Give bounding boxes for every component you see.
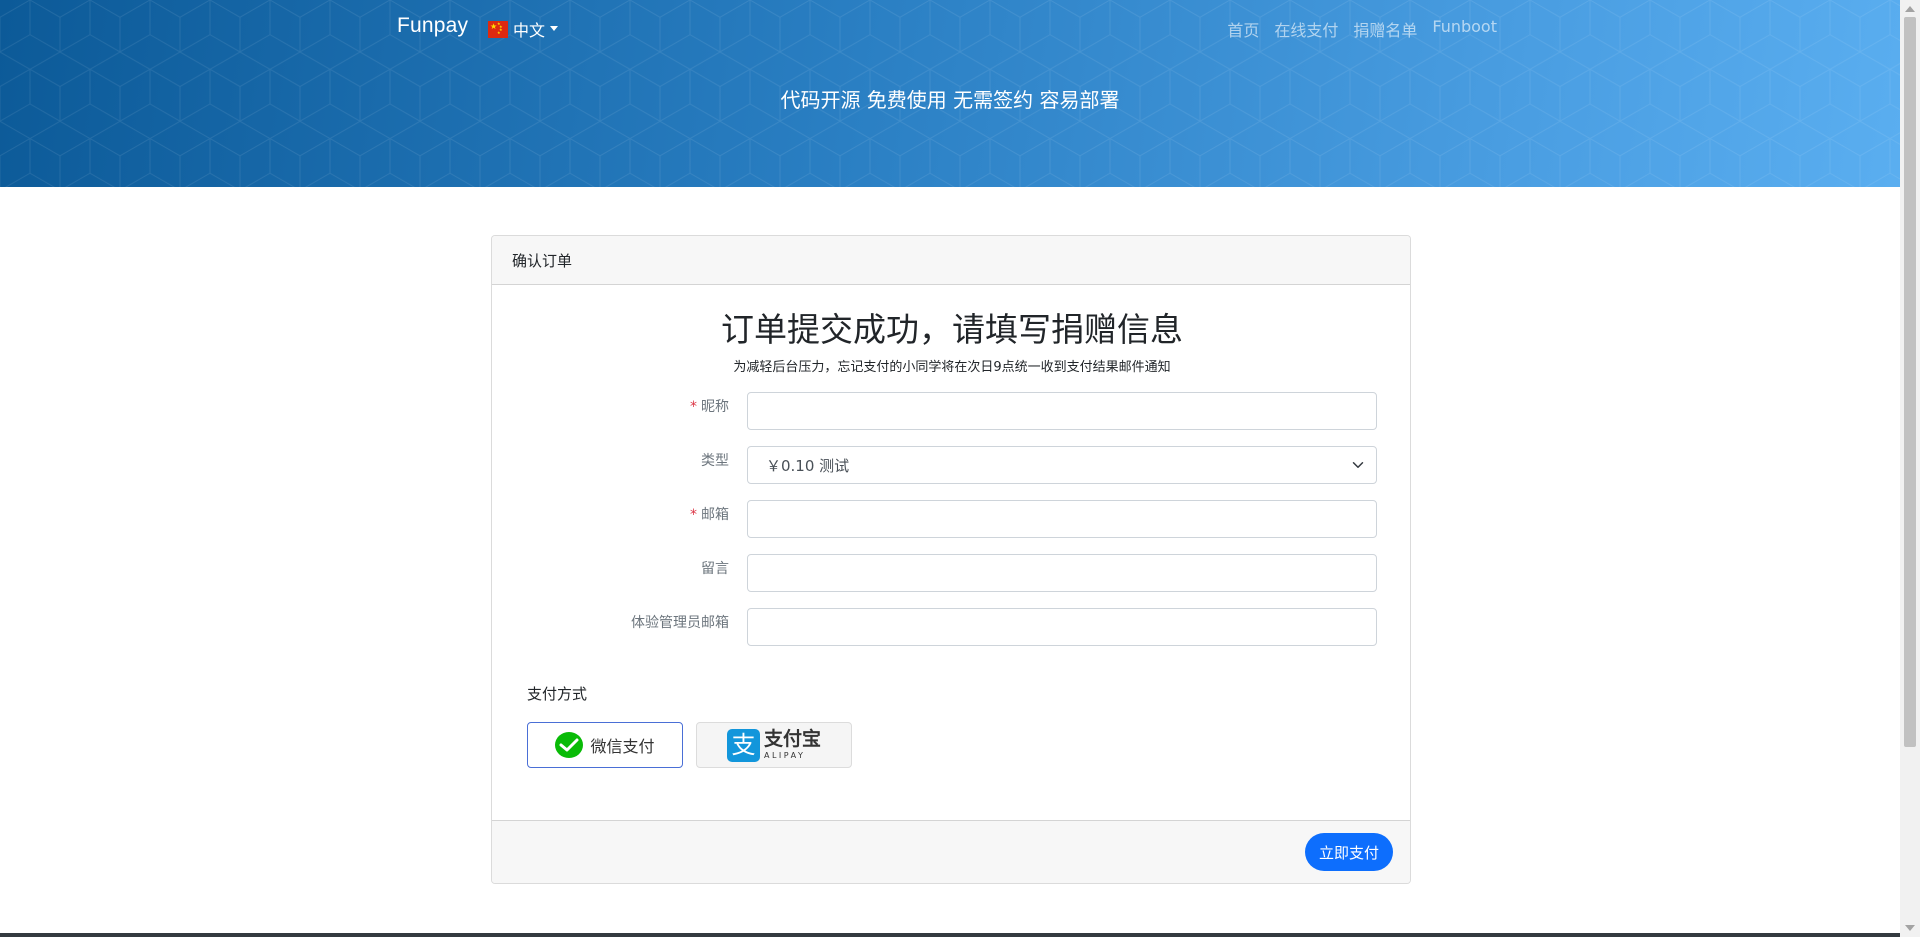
required-mark: *: [690, 399, 697, 415]
nav-funboot[interactable]: Funboot: [1432, 17, 1497, 41]
scrollbar-thumb[interactable]: [1904, 17, 1916, 747]
form-row-message: 留言: [492, 554, 1410, 592]
china-flag-icon: ★ ★ ★ ★ ★: [488, 20, 508, 38]
alipay-icon: 支: [726, 728, 760, 762]
admin-email-label: 体验管理员邮箱: [631, 615, 729, 631]
message-label: 留言: [701, 561, 729, 577]
form-row-nickname: * 昵称: [492, 392, 1410, 430]
alipay-logo-text: 支付宝 ALIPAY: [764, 730, 821, 760]
message-input[interactable]: [747, 554, 1377, 592]
wechat-pay-label: 微信支付: [590, 737, 655, 756]
page-title: 订单提交成功，请填写捐赠信息: [721, 310, 1183, 349]
page-bottom-edge: [0, 933, 1900, 937]
brand-logo[interactable]: Funpay: [397, 14, 468, 38]
top-navigation: 首页 在线支付 捐赠名单 Funboot: [1227, 17, 1497, 41]
type-label: 类型: [701, 453, 729, 469]
chevron-down-icon: [1352, 462, 1364, 468]
language-label: 中文: [513, 21, 546, 40]
order-card: 确认订单 订单提交成功，请填写捐赠信息 为减轻后台压力，忘记支付的小同学将在次日…: [491, 235, 1411, 884]
nickname-input[interactable]: [747, 392, 1377, 430]
language-dropdown[interactable]: ★ ★ ★ ★ ★ 中文: [488, 17, 559, 41]
card-header: 确认订单: [492, 236, 1410, 285]
alipay-button[interactable]: 支 支付宝 ALIPAY: [696, 722, 852, 768]
form-row-admin-email: 体验管理员邮箱: [492, 608, 1410, 646]
form-row-email: * 邮箱: [492, 500, 1410, 538]
type-select[interactable]: ￥0.10 测试: [747, 446, 1377, 484]
scroll-down-arrow-icon[interactable]: [1905, 925, 1915, 931]
nav-home[interactable]: 首页: [1227, 17, 1259, 41]
pay-now-button[interactable]: 立即支付: [1304, 833, 1393, 871]
page-subtitle: 为减轻后台压力，忘记支付的小同学将在次日9点统一收到支付结果邮件通知: [733, 360, 1171, 375]
alipay-label-en: ALIPAY: [763, 751, 806, 760]
form-row-type: 类型 ￥0.10 测试: [492, 446, 1410, 484]
hero-tagline: 代码开源 免费使用 无需签约 容易部署: [780, 88, 1120, 112]
nickname-label: * 昵称: [690, 399, 729, 415]
card-body: 订单提交成功，请填写捐赠信息 为减轻后台压力，忘记支付的小同学将在次日9点统一收…: [492, 285, 1410, 806]
nav-donor-list[interactable]: 捐赠名单: [1353, 17, 1417, 41]
email-label: * 邮箱: [690, 507, 729, 523]
alipay-label-cn: 支付宝: [763, 728, 821, 750]
admin-email-input[interactable]: [747, 608, 1377, 646]
vertical-scrollbar[interactable]: [1900, 0, 1920, 937]
type-select-value: ￥0.10 测试: [766, 456, 850, 475]
caret-down-icon: [550, 25, 559, 31]
wechat-pay-button[interactable]: 微信支付: [527, 722, 683, 768]
wechat-icon: [555, 732, 584, 758]
scroll-up-arrow-icon[interactable]: [1905, 6, 1915, 12]
payment-method-label: 支付方式: [527, 685, 588, 703]
required-mark: *: [690, 507, 697, 523]
email-input[interactable]: [747, 500, 1377, 538]
hero-header: Funpay ★ ★ ★ ★ ★ 中文 首页 在线支付 捐赠名单 Funboot…: [0, 0, 1900, 187]
nav-online-pay[interactable]: 在线支付: [1274, 17, 1338, 41]
card-footer: 立即支付: [492, 820, 1410, 883]
